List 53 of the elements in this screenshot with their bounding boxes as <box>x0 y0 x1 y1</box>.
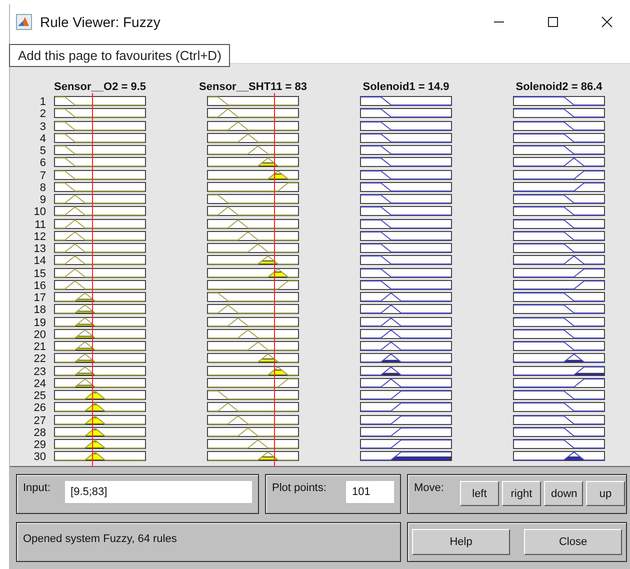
rule-number: 3 <box>38 120 46 133</box>
rule-number: 25 <box>32 390 46 402</box>
rule-number: 21 <box>32 341 46 354</box>
rule-number: 17 <box>32 292 46 304</box>
variable-title: Sensor__SHT11 = 83 <box>199 81 307 95</box>
status-message: Opened system Fuzzy, 64 rules <box>23 533 177 545</box>
app-logo-icon <box>16 14 32 30</box>
rule-number: 11 <box>34 218 46 231</box>
input-label: Input: <box>23 481 51 494</box>
rule-number: 7 <box>38 170 46 182</box>
rule-number: 26 <box>32 402 46 414</box>
rule-number: 10 <box>32 206 46 218</box>
rule-number: 18 <box>32 304 46 316</box>
rule-number: 4 <box>38 132 46 145</box>
variable-title: Solenoid2 = 86.4 <box>516 81 602 95</box>
rule-number: 27 <box>32 414 46 427</box>
dialog-button[interactable]: Help <box>412 529 510 555</box>
variable-title: Sensor__O2 = 9.5 <box>54 81 146 95</box>
rule-number: 24 <box>32 378 46 390</box>
rule-number: 1 <box>38 96 46 108</box>
rule-number: 5 <box>38 145 46 158</box>
window-title: Rule Viewer: Fuzzy <box>40 14 162 30</box>
input-marker-line[interactable] <box>92 93 94 466</box>
rule-number: 12 <box>32 230 46 243</box>
rule-number: 28 <box>32 426 46 439</box>
move-label: Move: <box>414 481 444 494</box>
move-button[interactable]: up <box>586 481 625 506</box>
rule-number: 8 <box>38 182 46 194</box>
rule-number: 6 <box>38 157 46 170</box>
input-field[interactable]: [9.5;83] <box>64 481 252 503</box>
rule-number: 22 <box>32 353 46 366</box>
rule-number: 16 <box>32 280 46 292</box>
rule-number: 15 <box>32 268 46 280</box>
plot-points-field[interactable]: 101 <box>346 481 394 503</box>
rule-number: 14 <box>32 255 46 268</box>
rule-number: 30 <box>32 451 46 464</box>
move-button[interactable]: left <box>460 481 499 506</box>
maximize-icon <box>547 16 559 28</box>
plot-points-label: Plot points: <box>272 481 326 494</box>
rule-number: 29 <box>32 439 46 452</box>
dialog-button[interactable]: Close <box>524 529 622 555</box>
rule-number: 19 <box>32 316 46 329</box>
rule-number: 9 <box>38 194 46 206</box>
rule-number: 20 <box>32 328 46 341</box>
move-button[interactable]: down <box>544 481 583 506</box>
move-button[interactable]: right <box>502 481 541 506</box>
rule-number: 2 <box>38 108 46 120</box>
rule-number: 23 <box>32 366 46 378</box>
tooltip: Add this page to favourites (Ctrl+D) <box>9 44 230 67</box>
rule-number: 13 <box>32 243 46 256</box>
variable-title: Solenoid1 = 14.9 <box>362 81 450 95</box>
input-marker-line[interactable] <box>274 93 276 466</box>
close-icon <box>601 16 613 28</box>
